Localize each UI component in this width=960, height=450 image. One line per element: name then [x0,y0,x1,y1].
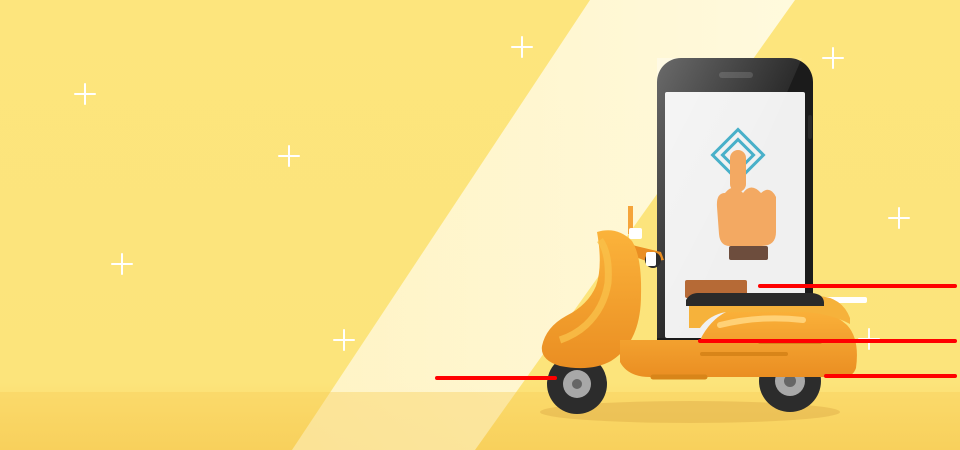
illustration [0,0,960,450]
delivery-scene [0,0,960,450]
ground-band [0,392,960,450]
